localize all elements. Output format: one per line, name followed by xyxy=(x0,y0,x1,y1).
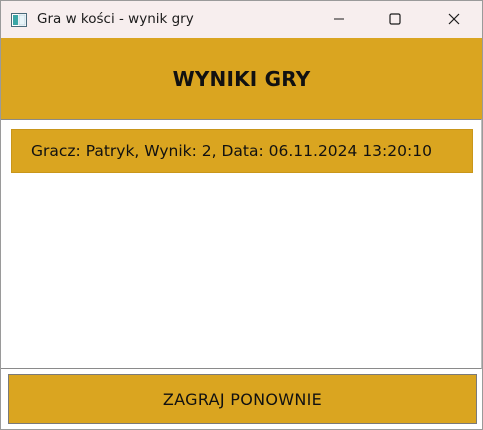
minimize-button[interactable] xyxy=(311,1,367,38)
results-list[interactable]: Gracz: Patryk, Wynik: 2, Data: 06.11.202… xyxy=(1,119,482,369)
page-title: WYNIKI GRY xyxy=(172,66,311,91)
play-again-label: ZAGRAJ PONOWNIE xyxy=(162,389,323,409)
result-entry-text: Gracz: Patryk, Wynik: 2, Data: 06.11.202… xyxy=(31,142,432,160)
title-bar[interactable]: Gra w kości - wynik gry xyxy=(1,1,482,38)
list-item[interactable]: Gracz: Patryk, Wynik: 2, Data: 06.11.202… xyxy=(11,129,473,173)
window-title: Gra w kości - wynik gry xyxy=(37,11,194,27)
play-again-button[interactable]: ZAGRAJ PONOWNIE xyxy=(8,374,477,424)
app-window: Gra w kości - wynik gry WYNIKI GRY Gracz… xyxy=(0,0,483,430)
window-app-icon xyxy=(11,12,27,27)
maximize-button[interactable] xyxy=(367,1,423,38)
results-header: WYNIKI GRY xyxy=(1,38,482,119)
minimize-icon xyxy=(333,10,345,29)
close-icon xyxy=(448,10,460,29)
close-button[interactable] xyxy=(426,1,482,38)
maximize-icon xyxy=(389,10,401,29)
